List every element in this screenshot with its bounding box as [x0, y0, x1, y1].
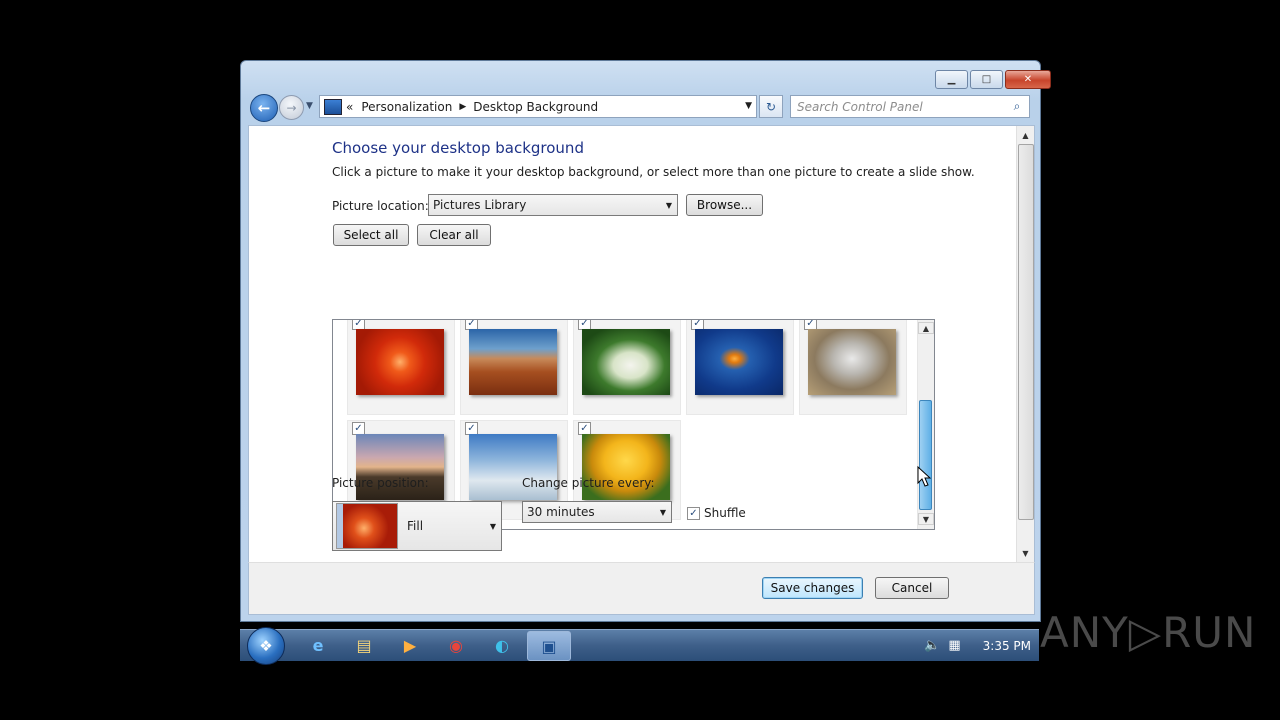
picture-location-select[interactable]: Pictures Library ▼ — [428, 194, 678, 216]
breadcrumb-personalization[interactable]: Personalization — [361, 100, 452, 114]
page-scroll-thumb[interactable] — [1018, 144, 1034, 520]
picture-thumbnail[interactable] — [582, 329, 670, 395]
breadcrumb-separator-icon[interactable]: ▶ — [459, 102, 466, 112]
scroll-thumb[interactable] — [919, 400, 932, 510]
change-every-select[interactable]: 30 minutes ▼ — [522, 501, 672, 523]
chevron-down-icon: ▼ — [659, 508, 666, 517]
taskbar-media-player[interactable]: ▶ — [390, 631, 430, 659]
cancel-button[interactable]: Cancel — [875, 577, 949, 599]
address-dropdown-icon[interactable]: ▼ — [745, 101, 752, 111]
picture-thumbnail[interactable] — [469, 434, 557, 500]
chevron-down-icon: ▼ — [489, 522, 496, 531]
picture-tile[interactable]: ✓ — [799, 320, 907, 415]
picture-location-label: Picture location: — [332, 199, 429, 213]
recent-pages-dropdown[interactable]: ▼ — [306, 101, 313, 111]
breadcrumb-desktop-background[interactable]: Desktop Background — [473, 100, 598, 114]
picture-position-select[interactable]: Fill ▼ — [332, 501, 502, 551]
picture-tile[interactable]: ✓ — [686, 320, 794, 415]
content-pane: Choose your desktop background Click a p… — [248, 125, 1035, 563]
mouse-cursor-icon — [917, 466, 931, 487]
search-input[interactable]: Search Control Panel — [797, 100, 1009, 114]
taskbar-chrome[interactable]: ◉ — [436, 631, 476, 659]
picture-thumbnail[interactable] — [356, 434, 444, 500]
maximize-button[interactable]: □ — [970, 70, 1003, 89]
media-player-icon: ▶ — [403, 635, 417, 655]
windows-logo-icon: ❖ — [259, 637, 273, 655]
dialog-footer: Save changes Cancel — [248, 562, 1035, 615]
picture-thumbnail[interactable] — [695, 329, 783, 395]
shuffle-label: Shuffle — [704, 506, 746, 520]
picture-location-value: Pictures Library — [433, 198, 527, 212]
minimize-button[interactable]: ▁ — [935, 70, 968, 89]
forward-button[interactable]: → — [279, 95, 304, 120]
page-scrollbar[interactable]: ▲ ▼ — [1016, 126, 1034, 563]
select-all-button[interactable]: Select all — [333, 224, 409, 246]
chevron-down-icon: ▼ — [665, 201, 672, 210]
taskbar-file-explorer[interactable]: ▤ — [344, 631, 384, 659]
arrow-right-icon: → — [286, 100, 297, 115]
control-panel-icon — [324, 98, 342, 115]
picture-thumbnail[interactable] — [808, 329, 896, 395]
control-panel-icon: ▣ — [541, 636, 557, 656]
caption-buttons: ▁ □ ✕ — [933, 70, 1051, 89]
scroll-down-icon[interactable]: ▼ — [918, 513, 934, 525]
shuffle-option[interactable]: ✓ Shuffle — [687, 506, 746, 520]
refresh-icon: ↻ — [765, 99, 777, 114]
position-preview-image — [336, 503, 398, 549]
change-every-label: Change picture every: — [522, 476, 655, 490]
scroll-up-icon[interactable]: ▲ — [1017, 128, 1034, 142]
back-button[interactable]: ← — [250, 94, 278, 122]
page-title: Choose your desktop background — [332, 139, 584, 157]
arrow-left-icon: ← — [257, 99, 271, 117]
browse-button[interactable]: Browse... — [686, 194, 763, 216]
folder-icon: ▤ — [356, 635, 372, 655]
picture-tile[interactable]: ✓ — [460, 320, 568, 415]
page-description: Click a picture to make it your desktop … — [332, 165, 975, 179]
scroll-down-icon[interactable]: ▼ — [1017, 546, 1034, 560]
breadcrumb-overflow[interactable]: « — [346, 100, 353, 114]
watermark-text: ANY▷RUN — [1040, 608, 1257, 657]
taskbar-internet-explorer[interactable]: e — [298, 631, 338, 659]
picture-tile[interactable]: ✓ — [573, 320, 681, 415]
picture-tile[interactable]: ✓ — [347, 320, 455, 415]
taskbar-edge[interactable]: ◐ — [482, 631, 522, 659]
picture-position-label: Picture position: — [332, 476, 429, 490]
scroll-up-icon[interactable]: ▲ — [918, 322, 934, 334]
refresh-button[interactable]: ↻ — [759, 95, 783, 118]
address-bar[interactable]: « Personalization ▶ Desktop Background ▼ — [319, 95, 757, 118]
shuffle-checkbox[interactable]: ✓ — [687, 506, 700, 520]
change-every-value: 30 minutes — [527, 505, 595, 519]
taskbar: ❖ e ▤ ▶ ◉ ◐ ▣ 🔈 ▦ 3:35 PM — [240, 627, 1039, 665]
internet-explorer-icon: e — [312, 635, 324, 655]
picture-thumbnail[interactable] — [356, 329, 444, 395]
picture-grid-scrollbar[interactable]: ▲ ▼ — [917, 320, 934, 529]
chrome-icon: ◉ — [449, 635, 463, 655]
picture-grid: ✓ ✓ ✓ ✓ ✓ ✓ ✓ ✓ ▲ ▼ — [332, 319, 935, 530]
system-tray: 🔈 ▦ 3:35 PM — [924, 630, 1031, 661]
volume-icon[interactable]: 🔈 — [924, 638, 940, 653]
anyrun-watermark: ANY▷RUN — [1040, 608, 1256, 657]
desktop-background-window: ▁ □ ✕ ← → ▼ « Personalization ▶ Desktop … — [240, 60, 1051, 622]
save-changes-button[interactable]: Save changes — [762, 577, 863, 599]
clock[interactable]: 3:35 PM — [983, 639, 1031, 653]
search-box[interactable]: Search Control Panel ⌕ — [790, 95, 1030, 118]
picture-thumbnail[interactable] — [582, 434, 670, 500]
close-button[interactable]: ✕ — [1005, 70, 1051, 89]
edge-icon: ◐ — [495, 635, 509, 655]
clear-all-button[interactable]: Clear all — [417, 224, 491, 246]
search-icon[interactable]: ⌕ — [1009, 99, 1025, 115]
network-icon[interactable]: ▦ — [948, 638, 960, 653]
start-button[interactable]: ❖ — [247, 627, 285, 665]
picture-thumbnail[interactable] — [469, 329, 557, 395]
picture-position-value: Fill — [407, 519, 424, 533]
taskbar-control-panel[interactable]: ▣ — [527, 631, 571, 661]
